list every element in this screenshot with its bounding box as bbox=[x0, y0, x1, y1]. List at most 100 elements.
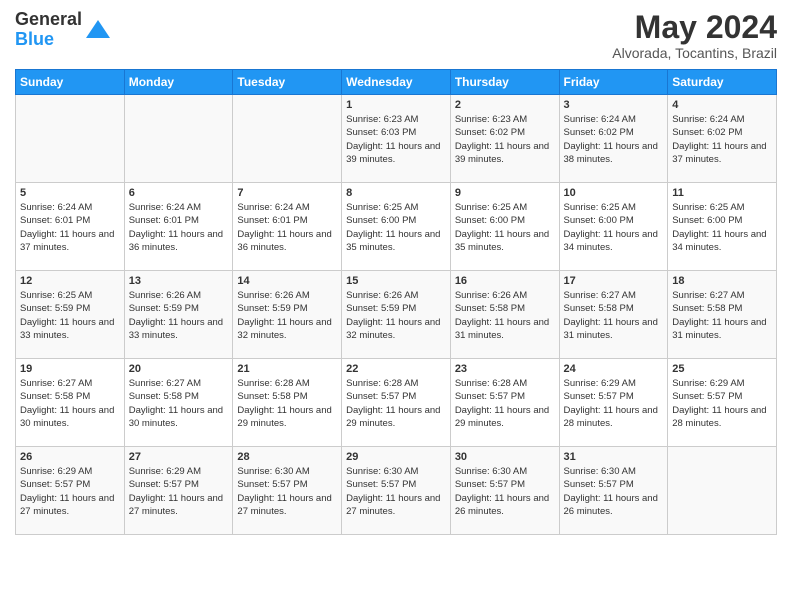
day-info: Sunrise: 6:29 AMSunset: 5:57 PMDaylight:… bbox=[672, 377, 772, 430]
day-info: Sunrise: 6:28 AMSunset: 5:57 PMDaylight:… bbox=[346, 377, 446, 430]
calendar-cell: 3Sunrise: 6:24 AMSunset: 6:02 PMDaylight… bbox=[559, 95, 668, 183]
header-cell-tuesday: Tuesday bbox=[233, 70, 342, 95]
calendar-header: SundayMondayTuesdayWednesdayThursdayFrid… bbox=[16, 70, 777, 95]
day-number: 27 bbox=[129, 451, 229, 463]
day-number: 19 bbox=[20, 363, 120, 375]
calendar-cell: 6Sunrise: 6:24 AMSunset: 6:01 PMDaylight… bbox=[124, 183, 233, 271]
day-number: 20 bbox=[129, 363, 229, 375]
day-number: 9 bbox=[455, 187, 555, 199]
day-number: 1 bbox=[346, 99, 446, 111]
calendar-cell: 31Sunrise: 6:30 AMSunset: 5:57 PMDayligh… bbox=[559, 447, 668, 535]
calendar-cell: 28 Sunrise: 6:30 AMSunset: 5:57 PMDayligh… bbox=[233, 447, 342, 535]
day-number: 29 bbox=[346, 451, 446, 463]
calendar-cell bbox=[233, 95, 342, 183]
calendar-cell: 30 Sunrise: 6:30 AMSunset: 5:57 PMDayligh… bbox=[450, 447, 559, 535]
header-cell-thursday: Thursday bbox=[450, 70, 559, 95]
day-number: 30 bbox=[455, 451, 555, 463]
day-number: 24 bbox=[564, 363, 664, 375]
calendar-cell: 17 Sunrise: 6:27 AMSunset: 5:58 PMDayligh… bbox=[559, 271, 668, 359]
day-number: 28 bbox=[237, 451, 337, 463]
day-info: Sunrise: 6:24 AMSunset: 6:02 PMDaylight:… bbox=[564, 113, 664, 166]
page-container: General Blue May 2024 Alvorada, Tocantin… bbox=[0, 0, 792, 545]
day-info: Sunrise: 6:26 AMSunset: 5:59 PMDaylight:… bbox=[237, 289, 337, 342]
day-info: Sunrise: 6:26 AMSunset: 5:59 PMDaylight:… bbox=[129, 289, 229, 342]
calendar-cell: 15 Sunrise: 6:26 AMSunset: 5:59 PMDayligh… bbox=[342, 271, 451, 359]
day-number: 12 bbox=[20, 275, 120, 287]
calendar-cell bbox=[16, 95, 125, 183]
calendar-cell: 2 Sunrise: 6:23 AMSunset: 6:02 PMDaylight… bbox=[450, 95, 559, 183]
logo-icon bbox=[84, 16, 112, 44]
calendar-cell: 24 Sunrise: 6:29 AMSunset: 5:57 PMDayligh… bbox=[559, 359, 668, 447]
day-info: Sunrise: 6:27 AMSunset: 5:58 PMDaylight:… bbox=[20, 377, 120, 430]
header-cell-sunday: Sunday bbox=[16, 70, 125, 95]
day-info: Sunrise: 6:25 AMSunset: 6:00 PMDaylight:… bbox=[455, 201, 555, 254]
day-number: 7 bbox=[237, 187, 337, 199]
day-number: 2 bbox=[455, 99, 555, 111]
day-number: 23 bbox=[455, 363, 555, 375]
day-number: 8 bbox=[346, 187, 446, 199]
calendar-cell: 21Sunrise: 6:28 AMSunset: 5:58 PMDayligh… bbox=[233, 359, 342, 447]
day-number: 17 bbox=[564, 275, 664, 287]
calendar-cell: 12Sunrise: 6:25 AMSunset: 5:59 PMDayligh… bbox=[16, 271, 125, 359]
calendar-cell: 13 Sunrise: 6:26 AMSunset: 5:59 PMDayligh… bbox=[124, 271, 233, 359]
calendar-cell: 7 Sunrise: 6:24 AMSunset: 6:01 PMDaylight… bbox=[233, 183, 342, 271]
day-info: Sunrise: 6:29 AMSunset: 5:57 PMDaylight:… bbox=[564, 377, 664, 430]
calendar-cell bbox=[124, 95, 233, 183]
logo-general-text: General bbox=[15, 9, 82, 29]
day-info: Sunrise: 6:30 AMSunset: 5:57 PMDaylight:… bbox=[455, 465, 555, 518]
calendar-cell: 16Sunrise: 6:26 AMSunset: 5:58 PMDayligh… bbox=[450, 271, 559, 359]
subtitle: Alvorada, Tocantins, Brazil bbox=[612, 45, 777, 61]
day-info: Sunrise: 6:29 AMSunset: 5:57 PMDaylight:… bbox=[129, 465, 229, 518]
day-info: Sunrise: 6:29 AMSunset: 5:57 PMDaylight:… bbox=[20, 465, 120, 518]
day-number: 13 bbox=[129, 275, 229, 287]
header-cell-saturday: Saturday bbox=[668, 70, 777, 95]
calendar-cell: 4Sunrise: 6:24 AMSunset: 6:02 PMDaylight… bbox=[668, 95, 777, 183]
calendar-cell: 23 Sunrise: 6:28 AMSunset: 5:57 PMDayligh… bbox=[450, 359, 559, 447]
day-info: Sunrise: 6:25 AMSunset: 6:00 PMDaylight:… bbox=[672, 201, 772, 254]
day-number: 16 bbox=[455, 275, 555, 287]
day-info: Sunrise: 6:24 AMSunset: 6:01 PMDaylight:… bbox=[20, 201, 120, 254]
header-cell-monday: Monday bbox=[124, 70, 233, 95]
logo-blue-text: Blue bbox=[15, 29, 54, 49]
day-info: Sunrise: 6:27 AMSunset: 5:58 PMDaylight:… bbox=[672, 289, 772, 342]
week-row-3: 12Sunrise: 6:25 AMSunset: 5:59 PMDayligh… bbox=[16, 271, 777, 359]
day-info: Sunrise: 6:28 AMSunset: 5:58 PMDaylight:… bbox=[237, 377, 337, 430]
day-number: 26 bbox=[20, 451, 120, 463]
day-number: 5 bbox=[20, 187, 120, 199]
day-info: Sunrise: 6:30 AMSunset: 5:57 PMDaylight:… bbox=[237, 465, 337, 518]
calendar-cell: 18 Sunrise: 6:27 AMSunset: 5:58 PMDayligh… bbox=[668, 271, 777, 359]
week-row-5: 26 Sunrise: 6:29 AMSunset: 5:57 PMDayligh… bbox=[16, 447, 777, 535]
day-number: 4 bbox=[672, 99, 772, 111]
day-number: 10 bbox=[564, 187, 664, 199]
day-info: Sunrise: 6:26 AMSunset: 5:59 PMDaylight:… bbox=[346, 289, 446, 342]
calendar-cell: 8Sunrise: 6:25 AMSunset: 6:00 PMDaylight… bbox=[342, 183, 451, 271]
header-row: SundayMondayTuesdayWednesdayThursdayFrid… bbox=[16, 70, 777, 95]
calendar-cell: 19 Sunrise: 6:27 AMSunset: 5:58 PMDayligh… bbox=[16, 359, 125, 447]
week-row-2: 5 Sunrise: 6:24 AMSunset: 6:01 PMDaylight… bbox=[16, 183, 777, 271]
calendar-cell: 27 Sunrise: 6:29 AMSunset: 5:57 PMDayligh… bbox=[124, 447, 233, 535]
day-number: 18 bbox=[672, 275, 772, 287]
calendar-cell: 11Sunrise: 6:25 AMSunset: 6:00 PMDayligh… bbox=[668, 183, 777, 271]
day-info: Sunrise: 6:23 AMSunset: 6:02 PMDaylight:… bbox=[455, 113, 555, 166]
day-info: Sunrise: 6:30 AMSunset: 5:57 PMDaylight:… bbox=[346, 465, 446, 518]
day-number: 25 bbox=[672, 363, 772, 375]
day-info: Sunrise: 6:24 AMSunset: 6:01 PMDaylight:… bbox=[237, 201, 337, 254]
month-title: May 2024 bbox=[612, 10, 777, 45]
day-number: 15 bbox=[346, 275, 446, 287]
day-info: Sunrise: 6:28 AMSunset: 5:57 PMDaylight:… bbox=[455, 377, 555, 430]
title-block: May 2024 Alvorada, Tocantins, Brazil bbox=[612, 10, 777, 61]
calendar-cell: 14 Sunrise: 6:26 AMSunset: 5:59 PMDayligh… bbox=[233, 271, 342, 359]
calendar-cell: 1Sunrise: 6:23 AMSunset: 6:03 PMDaylight… bbox=[342, 95, 451, 183]
day-info: Sunrise: 6:30 AMSunset: 5:57 PMDaylight:… bbox=[564, 465, 664, 518]
calendar-cell: 22Sunrise: 6:28 AMSunset: 5:57 PMDayligh… bbox=[342, 359, 451, 447]
calendar-cell: 26 Sunrise: 6:29 AMSunset: 5:57 PMDayligh… bbox=[16, 447, 125, 535]
day-number: 14 bbox=[237, 275, 337, 287]
calendar-cell: 25 Sunrise: 6:29 AMSunset: 5:57 PMDayligh… bbox=[668, 359, 777, 447]
calendar-table: SundayMondayTuesdayWednesdayThursdayFrid… bbox=[15, 69, 777, 535]
calendar-body: 1Sunrise: 6:23 AMSunset: 6:03 PMDaylight… bbox=[16, 95, 777, 535]
calendar-cell: 5 Sunrise: 6:24 AMSunset: 6:01 PMDaylight… bbox=[16, 183, 125, 271]
header: General Blue May 2024 Alvorada, Tocantin… bbox=[15, 10, 777, 61]
week-row-4: 19 Sunrise: 6:27 AMSunset: 5:58 PMDayligh… bbox=[16, 359, 777, 447]
logo: General Blue bbox=[15, 10, 112, 50]
day-info: Sunrise: 6:27 AMSunset: 5:58 PMDaylight:… bbox=[564, 289, 664, 342]
